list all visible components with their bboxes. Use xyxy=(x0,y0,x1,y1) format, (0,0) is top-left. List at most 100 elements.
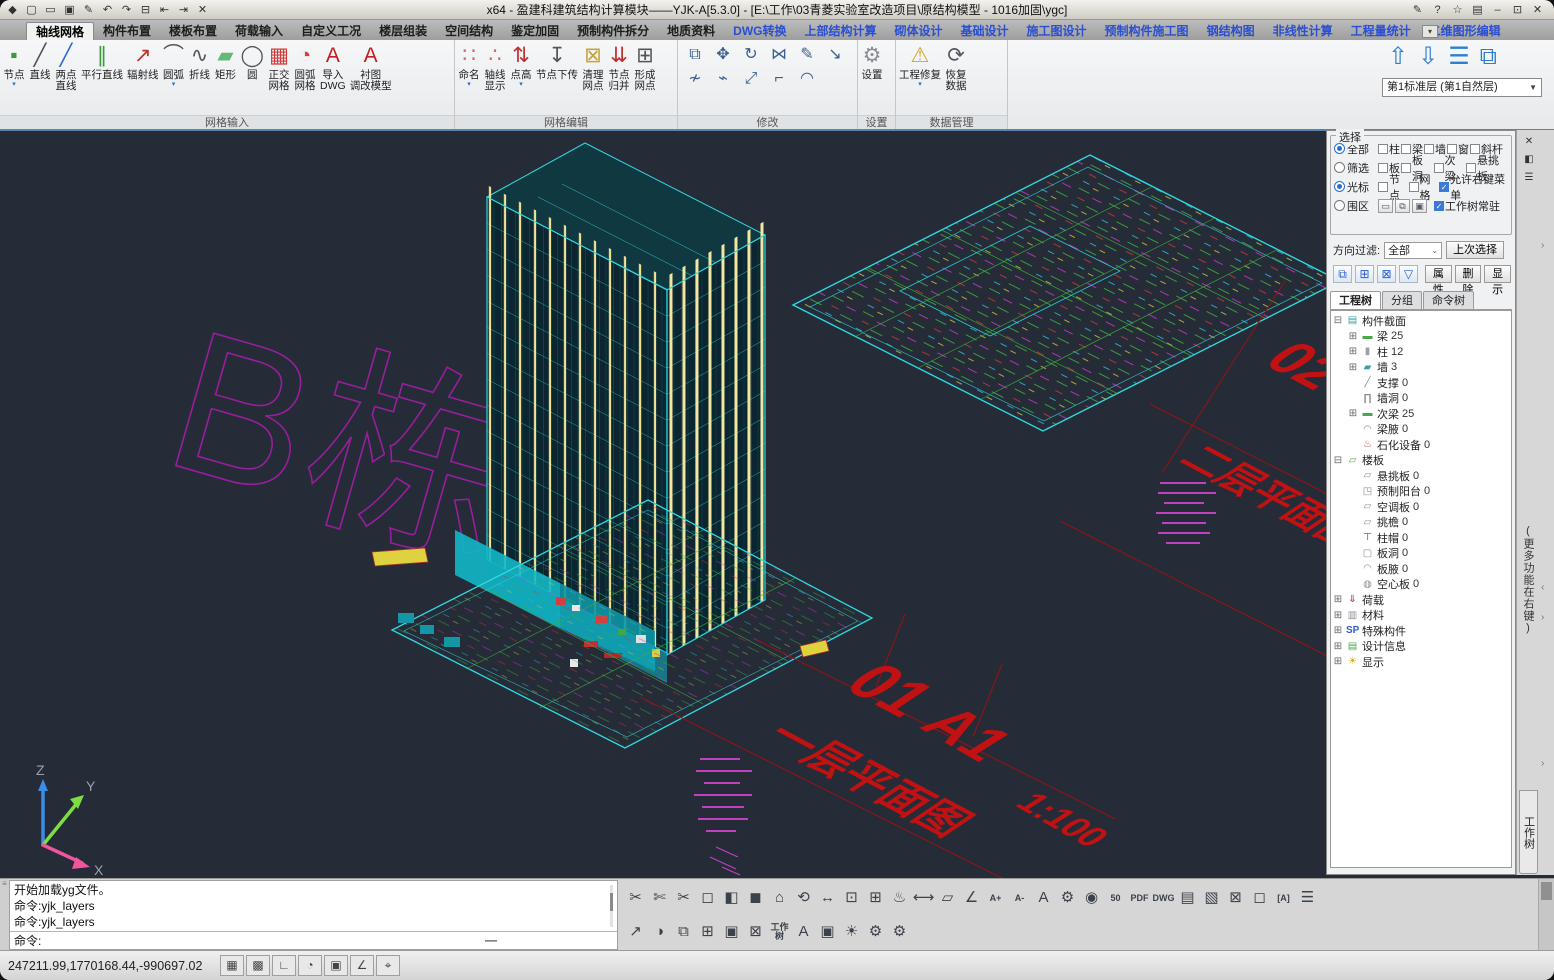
measure-distance-icon[interactable]: ⟷ xyxy=(912,885,935,911)
tree-item[interactable]: ◠ 梁腋 0 xyxy=(1333,422,1511,438)
ribbon-item[interactable]: ∥ 平行直线 xyxy=(79,42,125,89)
angle-50-icon[interactable]: 50 xyxy=(1104,885,1127,911)
ribbon-item[interactable]: ╱ 直线 xyxy=(27,42,53,89)
radio-region[interactable]: 围区 xyxy=(1334,198,1376,214)
save-icon[interactable]: ▣ xyxy=(61,2,78,18)
orbit-view-icon[interactable]: ⟲ xyxy=(792,885,815,911)
ribbon-tab[interactable]: 构件布置 xyxy=(94,22,160,40)
close-panel-icon[interactable]: ✕ xyxy=(1521,134,1537,149)
panel-menu-icon[interactable]: ☰ xyxy=(1521,170,1537,185)
expand-right-icon[interactable]: › xyxy=(1541,758,1544,769)
palette-action-button[interactable]: 显示 xyxy=(1484,265,1511,283)
chamfer-icon[interactable]: ◠ xyxy=(796,68,818,90)
export-dwg-icon[interactable]: DWG xyxy=(1152,885,1175,911)
select-new-icon[interactable]: ⧉ xyxy=(1333,265,1352,283)
tree-item[interactable]: ⊞ ⇓ 荷载 xyxy=(1333,592,1511,608)
dwg-model-export-icon[interactable]: A xyxy=(792,919,815,945)
model-canvas[interactable]: B栋 xyxy=(0,131,1554,878)
erase-icon[interactable]: ✎ xyxy=(796,44,818,66)
hidden-line-view-icon[interactable]: ◧ xyxy=(720,885,743,911)
ribbon-item[interactable]: ⇊ 节点 归并 xyxy=(606,42,632,100)
ribbon-tab[interactable]: 空间结构 xyxy=(436,22,502,40)
tree-item[interactable]: ♨ 石化设备 0 xyxy=(1333,437,1511,453)
ribbon-item[interactable]: ↧ 节点下传 xyxy=(534,42,580,89)
direction-filter-select[interactable]: 全部⌄ xyxy=(1384,242,1442,259)
move-icon[interactable]: ✥ xyxy=(712,44,734,66)
ribbon-tab[interactable]: 砌体设计 xyxy=(886,22,952,40)
ortho-toggle[interactable]: ∟ xyxy=(272,955,296,976)
tree-item[interactable]: ⊟ ▤ 构件截面 xyxy=(1333,313,1511,329)
undo-icon[interactable]: ↶ xyxy=(99,2,116,18)
panel-grip-icon[interactable]: ≡ xyxy=(0,879,9,951)
copy-icon[interactable]: ⧉ xyxy=(684,44,706,66)
ribbon-tab[interactable]: 荷载输入 xyxy=(226,22,292,40)
favorite-icon[interactable]: ☆ xyxy=(1449,2,1466,18)
clip-off-icon[interactable]: ✂ xyxy=(672,885,695,911)
wireframe-view-icon[interactable]: ◻ xyxy=(696,885,719,911)
ribbon-tab[interactable]: 基础设计 xyxy=(952,22,1018,40)
export-pdf-icon[interactable]: PDF xyxy=(1128,885,1151,911)
tree-item[interactable]: ◠ 板腋 0 xyxy=(1333,561,1511,577)
tree-item[interactable]: ⊞ ▬ 次梁 25 xyxy=(1333,406,1511,422)
ribbon-item[interactable]: ▰ 矩形 xyxy=(213,42,239,89)
expand-icon[interactable]: ⊞ xyxy=(1333,610,1343,621)
ribbon-tab[interactable]: 预制构件施工图 xyxy=(1096,22,1198,40)
pick-mode-icon[interactable]: ▭ xyxy=(1378,199,1393,213)
expand-icon[interactable]: ⊞ xyxy=(1333,656,1343,667)
tree-item[interactable]: ⊞ ▰ 墙 3 xyxy=(1333,360,1511,376)
copy-all-icon[interactable]: ▣ xyxy=(720,919,743,945)
tree-item[interactable]: ◳ 预制阳台 0 xyxy=(1333,484,1511,500)
expand-icon[interactable]: ⊞ xyxy=(1333,625,1343,636)
ribbon-item[interactable]: ⚙ 设置 xyxy=(859,42,885,81)
color-settings-icon[interactable]: ◑ xyxy=(648,919,671,945)
help-icon[interactable]: ? xyxy=(1429,2,1446,18)
ribbon-item[interactable]: ◔ 圆弧 网格 xyxy=(292,42,318,100)
print-icon[interactable]: ⊟ xyxy=(137,2,154,18)
component-paint-icon[interactable]: ▧ xyxy=(1200,885,1223,911)
radio-cursor[interactable]: 光标 xyxy=(1334,179,1376,195)
window-mode-icon[interactable]: ⧉ xyxy=(1395,199,1410,213)
ribbon-tab[interactable]: 地质资料 xyxy=(658,22,724,40)
last-selection-button[interactable]: 上次选择 xyxy=(1446,241,1504,259)
select-add-icon[interactable]: ⊞ xyxy=(1355,265,1374,283)
ribbon-item[interactable]: ∴ 轴线 显示 xyxy=(482,42,508,100)
break-line-icon[interactable]: ≁ xyxy=(684,68,706,90)
close-icon[interactable]: ✕ xyxy=(1529,2,1546,18)
tree-item[interactable]: ⊞ ▬ 梁 25 xyxy=(1333,329,1511,345)
expand-icon[interactable]: ⊞ xyxy=(1348,362,1358,373)
plot-settings-icon[interactable]: ⚙ xyxy=(864,919,887,945)
command-input[interactable]: 命令: xyxy=(14,933,41,949)
floor-stack-icon[interactable]: ☰ xyxy=(1448,44,1470,70)
text-style-icon[interactable]: A xyxy=(1032,885,1055,911)
osnap-toggle[interactable]: ▣ xyxy=(324,955,348,976)
ribbon-item[interactable]: ⊠ 清理 网点 xyxy=(580,42,606,100)
brightness-icon[interactable]: ☀ xyxy=(840,919,863,945)
ribbon-tab[interactable]: 工程量统计 xyxy=(1342,22,1420,40)
canvas-scrollbar[interactable] xyxy=(1538,879,1554,951)
redo-icon[interactable]: ↷ xyxy=(118,2,135,18)
fillet-icon[interactable]: ⌐ xyxy=(768,68,790,90)
ribbon-item[interactable]: ▪ 节点 ▾ xyxy=(1,42,27,89)
palette-tab[interactable]: 命令树 xyxy=(1423,291,1474,309)
ribbon-collapse-button[interactable]: ▾ xyxy=(1422,25,1438,38)
plot-settings-2-icon[interactable]: ⚙ xyxy=(888,919,911,945)
ribbon-tab[interactable]: 上部结构计算 xyxy=(795,22,885,40)
text-zoom-out-icon[interactable]: A- xyxy=(1008,885,1031,911)
ribbon-item[interactable]: ◯ 圆 xyxy=(239,42,267,89)
floor-up-icon[interactable]: ⇧ xyxy=(1388,44,1408,70)
tree-item[interactable]: ⊞ SP 特殊构件 xyxy=(1333,623,1511,639)
expand-icon[interactable]: ⊞ xyxy=(1348,346,1358,357)
image-export-icon[interactable]: ▣ xyxy=(816,919,839,945)
save-as-icon[interactable]: ✎ xyxy=(80,2,97,18)
panel-icon[interactable]: ▤ xyxy=(1469,2,1486,18)
expand-icon[interactable]: ⊟ xyxy=(1333,455,1343,466)
worktree-pin-checkbox[interactable]: 工作树常驻 xyxy=(1434,198,1500,214)
floor-compare-icon[interactable]: ⧉ xyxy=(1480,44,1497,70)
floor-down-icon[interactable]: ⇩ xyxy=(1418,44,1438,70)
expand-right-icon[interactable]: › xyxy=(1541,612,1544,623)
tree-item[interactable]: ⊞ ▥ 材料 xyxy=(1333,608,1511,624)
mirror-icon[interactable]: ⋈ xyxy=(768,44,790,66)
radio-filter[interactable]: 筛选 xyxy=(1334,160,1376,176)
open-file-icon[interactable]: ▭ xyxy=(42,2,59,18)
lock-icon[interactable]: ⊠ xyxy=(744,919,767,945)
